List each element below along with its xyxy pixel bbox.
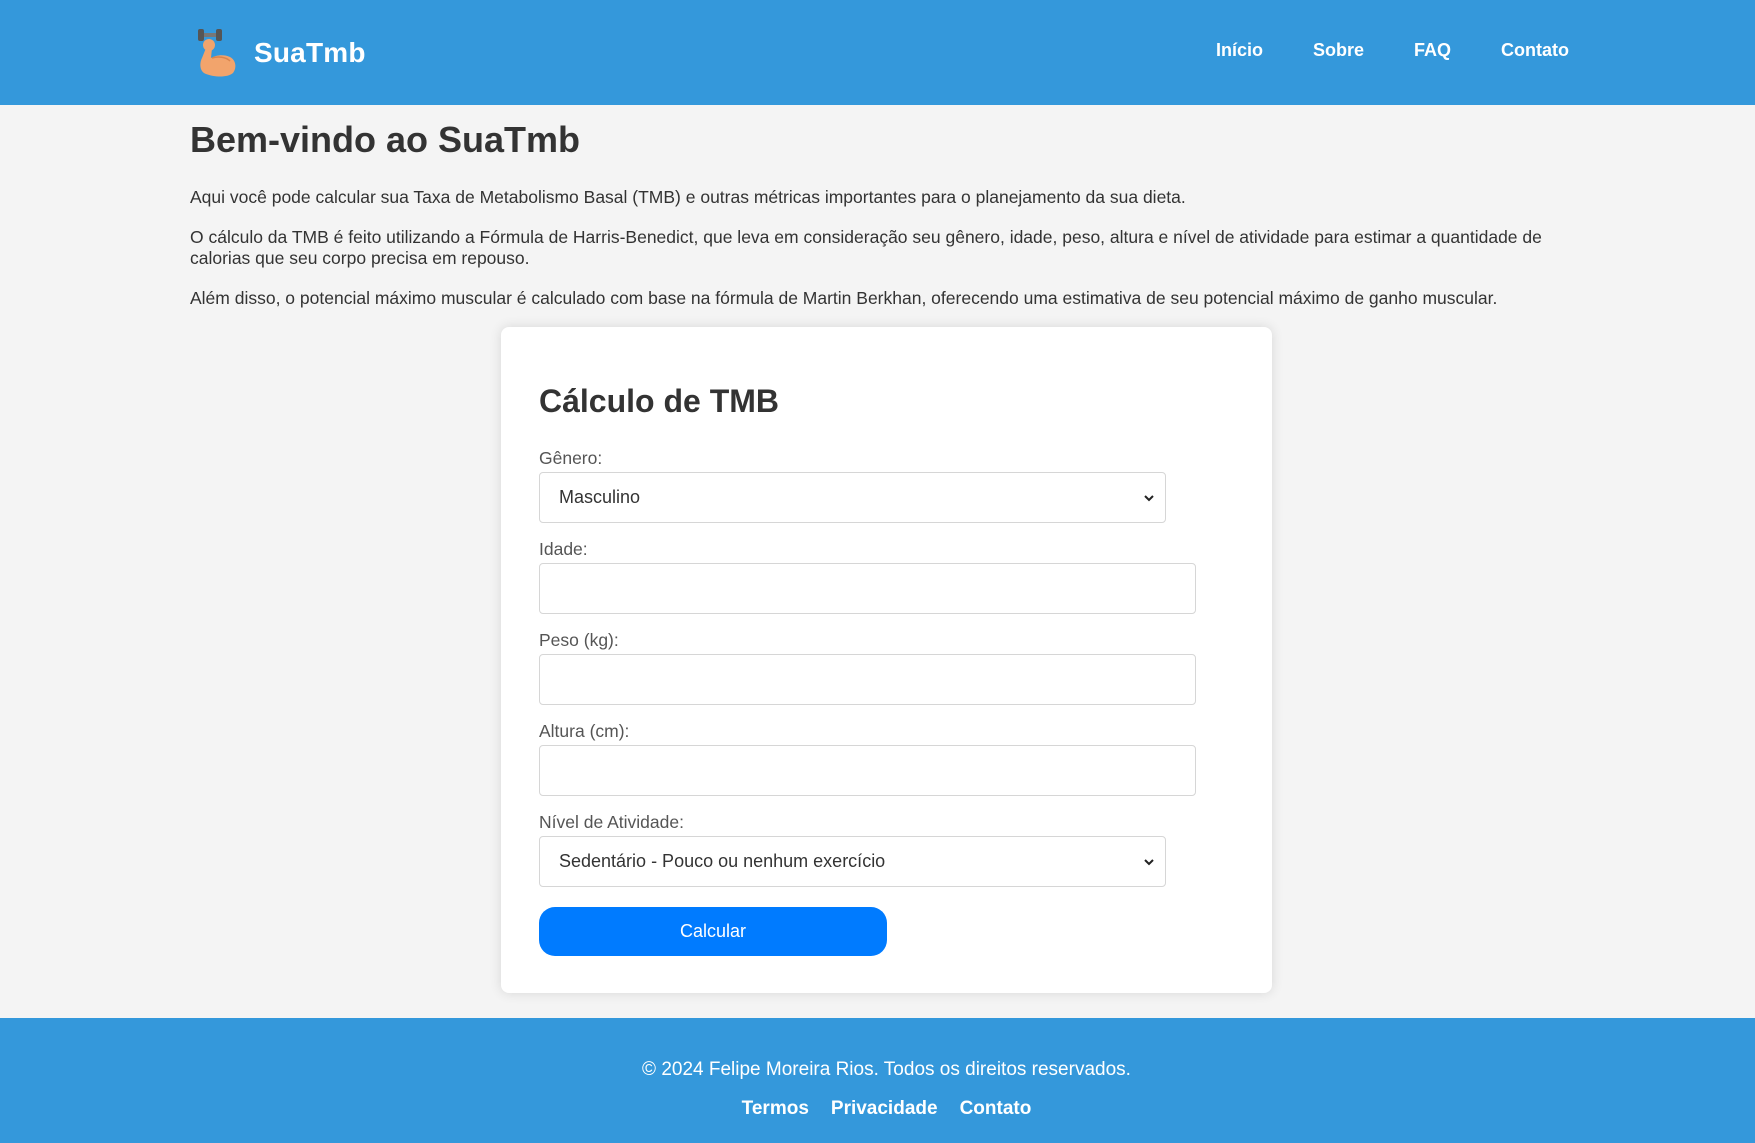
calculate-button[interactable]: Calcular [539,907,887,956]
activity-selected-value: Sedentário - Pouco ou nenhum exercício [559,851,886,871]
nav-link-contato[interactable]: Contato [1501,40,1569,61]
intro-paragraph: Aqui você pode calcular sua Taxa de Meta… [190,187,1186,208]
brand[interactable]: SuaTmb [196,28,366,78]
form-title: Cálculo de TMB [539,383,780,419]
nav-link-faq[interactable]: FAQ [1414,40,1451,61]
footer-link-privacidade[interactable]: Privacidade [831,1098,938,1120]
chevron-down-icon [1144,495,1154,502]
tmb-form-card: Cálculo de TMB Gênero: Masculino Idade: … [501,327,1272,993]
height-label: Altura (cm): [539,721,630,741]
intro-paragraph: O cálculo da TMB é feito utilizando a Fó… [190,227,1542,269]
nav-link-sobre[interactable]: Sobre [1313,40,1364,61]
gender-selected-value: Masculino [559,487,641,507]
weight-label: Peso (kg): [539,630,619,650]
age-label: Idade: [539,539,588,559]
footer-links: Termos Privacidade Contato [0,1098,1755,1120]
activity-label: Nível de Atividade: [539,812,684,832]
gender-select[interactable]: Masculino [539,472,1166,523]
flexed-biceps-dumbbell-icon [198,29,236,77]
activity-select[interactable]: Sedentário - Pouco ou nenhum exercício [539,836,1166,887]
page-title: Bem-vindo ao SuaTmb [190,119,581,160]
site-footer: © 2024 Felipe Moreira Rios. Todos os dir… [0,1018,1755,1143]
nav-link-inicio[interactable]: Início [1216,40,1263,61]
height-input[interactable] [539,745,1196,796]
footer-link-contato[interactable]: Contato [960,1098,1032,1120]
intro-text: Aqui você pode calcular sua Taxa de Meta… [190,187,1580,309]
site-header: SuaTmb Início Sobre FAQ Contato [0,0,1755,105]
footer-link-termos[interactable]: Termos [742,1098,809,1120]
chevron-down-icon [1144,859,1154,866]
copyright-text: © 2024 Felipe Moreira Rios. Todos os dir… [642,1059,1131,1080]
weight-input[interactable] [539,654,1196,705]
gender-label: Gênero: [539,448,603,468]
intro-paragraph: Além disso, o potencial máximo muscular … [190,288,1498,309]
main-content: Bem-vindo ao SuaTmb Aqui você pode calcu… [190,105,1580,309]
main-nav: Início Sobre FAQ Contato [1166,40,1569,61]
age-input[interactable] [539,563,1196,614]
brand-name: SuaTmb [254,37,366,68]
